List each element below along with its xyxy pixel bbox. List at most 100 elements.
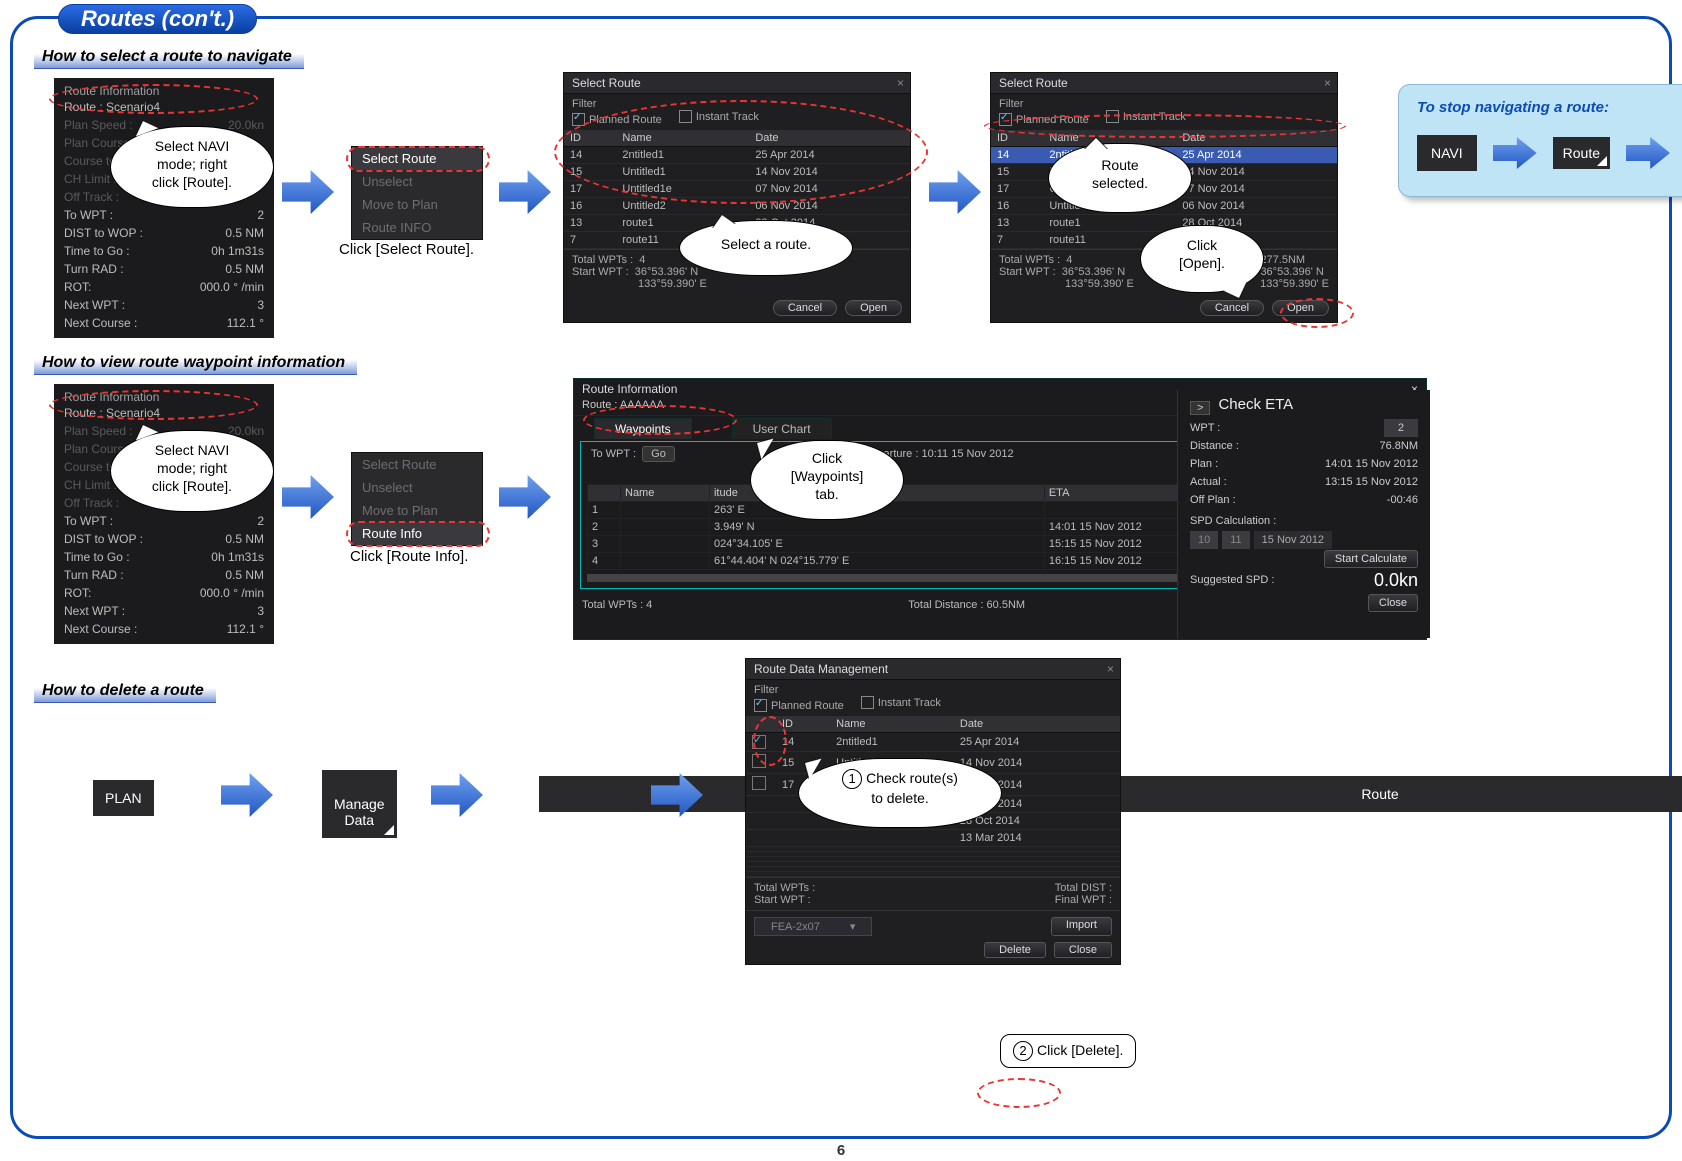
callout-select-a-route: Select a route. bbox=[679, 220, 853, 276]
filter-label: Filter bbox=[754, 684, 1112, 696]
dist-wop-v: 0.5 NM bbox=[225, 224, 264, 242]
panel-header: Route Information bbox=[64, 390, 264, 404]
table-row[interactable]: 13 Mar 2014 bbox=[746, 830, 1120, 847]
nwpt-v: 3 bbox=[257, 296, 264, 314]
rot-v: 000.0 ° /min bbox=[200, 278, 264, 296]
close-icon[interactable]: × bbox=[1107, 662, 1114, 676]
ch-limit-l: CH Limit : bbox=[64, 476, 117, 494]
eta-spd-l: SPD Calculation : bbox=[1190, 515, 1418, 527]
checkbox-instant[interactable] bbox=[861, 696, 874, 709]
ctx-item-select-route[interactable]: Select Route bbox=[352, 147, 482, 170]
callout-check-routes: 1Check route(s) to delete. bbox=[798, 758, 1002, 828]
page-title: Routes (con't.) bbox=[58, 4, 257, 34]
instant-label: Instant Track bbox=[696, 111, 759, 123]
checkbox-instant[interactable] bbox=[1106, 110, 1119, 123]
callout-click-waypoints-text: Click [Waypoints] tab. bbox=[791, 450, 864, 502]
eta-off-v: -00:46 bbox=[1387, 491, 1418, 509]
ttg-l: Time to Go : bbox=[64, 548, 130, 566]
navi-button[interactable]: NAVI bbox=[1417, 135, 1477, 171]
open-button[interactable]: Open bbox=[1272, 300, 1329, 316]
planned-label: Planned Route bbox=[1016, 114, 1089, 126]
ctx-item-route-info[interactable]: Route INFO bbox=[352, 216, 482, 239]
eta-act-v: 13:15 15 Nov 2012 bbox=[1325, 473, 1418, 491]
import-button[interactable]: Import bbox=[1051, 917, 1112, 936]
collapse-icon[interactable]: > bbox=[1190, 401, 1210, 415]
ncourse-v: 112.1 ° bbox=[227, 314, 264, 332]
ctx-item-select-route[interactable]: Select Route bbox=[352, 453, 482, 476]
col-date: Date bbox=[749, 130, 910, 147]
filter-label: Filter bbox=[999, 98, 1329, 110]
callout-click-open: Click [Open]. bbox=[1140, 225, 1264, 293]
spd-hour[interactable]: 10 bbox=[1190, 531, 1218, 549]
checkbox-planned[interactable] bbox=[572, 113, 585, 126]
table-row[interactable]: 142ntitled125 Apr 2014 bbox=[564, 147, 910, 164]
go-button[interactable]: Go bbox=[642, 446, 675, 462]
ncourse-l: Next Course : bbox=[64, 620, 137, 638]
foot-total-dist: Total Distance : 60.5NM bbox=[908, 599, 1025, 611]
departure-v: 10:11 15 Nov 2012 bbox=[921, 448, 1013, 460]
ncourse-v: 112.1 ° bbox=[227, 620, 264, 638]
table-row[interactable]: 17Untitled1e07 Nov 2014 bbox=[564, 181, 910, 198]
ctx-item-route-info[interactable]: Route Info bbox=[352, 522, 482, 545]
instant-label: Instant Track bbox=[1123, 111, 1186, 123]
callout-click-delete-text: Click [Delete]. bbox=[1037, 1042, 1123, 1058]
close-icon[interactable]: × bbox=[897, 76, 904, 90]
page-number: 6 bbox=[837, 1142, 845, 1159]
table-row[interactable] bbox=[746, 872, 1120, 877]
table-row[interactable]: 13route128 Oct 2014 bbox=[991, 215, 1337, 232]
planned-label: Planned Route bbox=[589, 114, 662, 126]
start-calculate-button[interactable]: Start Calculate bbox=[1324, 550, 1418, 568]
plan-button[interactable]: PLAN bbox=[93, 780, 154, 816]
col-id: ID bbox=[564, 130, 616, 147]
table-row[interactable]: 15Untitled114 Nov 2014 bbox=[564, 164, 910, 181]
spd-date[interactable]: 15 Nov 2012 bbox=[1254, 531, 1332, 549]
ctx-item-move-to-plan[interactable]: Move to Plan bbox=[352, 193, 482, 216]
towpt-label: To WPT : bbox=[591, 448, 636, 460]
select-route-dialog-1[interactable]: Select Route× Filter Planned Route Insta… bbox=[563, 72, 911, 323]
arrow-icon bbox=[1493, 137, 1537, 169]
turn-l: Turn RAD : bbox=[64, 566, 124, 584]
row-checkbox[interactable] bbox=[752, 754, 766, 768]
col-date: Date bbox=[1176, 130, 1337, 147]
rot-l: ROT: bbox=[64, 584, 91, 602]
spd-min[interactable]: 11 bbox=[1222, 531, 1249, 549]
filter-row: Filter Planned Route Instant Track bbox=[564, 94, 910, 130]
row-checkbox[interactable] bbox=[752, 735, 766, 749]
eta-dist-v: 76.8NM bbox=[1379, 437, 1418, 455]
tab-waypoints[interactable]: Waypoints bbox=[594, 418, 692, 439]
step-1-icon: 1 bbox=[842, 769, 862, 789]
caption-click-select-route: Click [Select Route]. bbox=[339, 241, 474, 258]
context-menu-1[interactable]: Select Route Unselect Move to Plan Route… bbox=[351, 146, 483, 240]
row-checkbox[interactable] bbox=[752, 776, 766, 790]
col-date: Date bbox=[954, 716, 1120, 733]
device-select[interactable]: FEA-2x07▾ bbox=[754, 917, 872, 936]
to-wpt-l: To WPT : bbox=[64, 206, 113, 224]
table-row[interactable]: 16Untitled206 Nov 2014 bbox=[564, 198, 910, 215]
context-menu-2[interactable]: Select Route Unselect Move to Plan Route… bbox=[351, 452, 483, 546]
eta-plan-v: 14:01 15 Nov 2012 bbox=[1325, 455, 1418, 473]
dialog-title: Route Data Management× bbox=[746, 659, 1120, 680]
col-name: Name bbox=[621, 485, 710, 502]
delete-button[interactable]: Delete bbox=[984, 942, 1046, 958]
close-button[interactable]: Close bbox=[1368, 594, 1418, 612]
manage-data-button[interactable]: Manage Data bbox=[322, 770, 397, 838]
dist-wop-l: DIST to WOP : bbox=[64, 224, 143, 242]
to-wpt-v: 2 bbox=[257, 512, 264, 530]
eta-sug-l: Suggested SPD : bbox=[1190, 571, 1274, 589]
route-button[interactable]: Route bbox=[1553, 137, 1610, 169]
checkbox-instant[interactable] bbox=[679, 110, 692, 123]
submenu-icon bbox=[384, 825, 394, 835]
cancel-button[interactable]: Cancel bbox=[773, 300, 837, 316]
ctx-item-move-to-plan[interactable]: Move to Plan bbox=[352, 499, 482, 522]
checkbox-planned[interactable] bbox=[999, 113, 1012, 126]
open-button[interactable]: Open bbox=[845, 300, 902, 316]
callout-route-selected: Route selected. bbox=[1048, 143, 1192, 213]
checkbox-planned[interactable] bbox=[754, 699, 767, 712]
turn-v: 0.5 NM bbox=[225, 566, 264, 584]
close-icon[interactable]: × bbox=[1324, 76, 1331, 90]
submenu-icon bbox=[1597, 156, 1607, 166]
ctx-item-unselect[interactable]: Unselect bbox=[352, 476, 482, 499]
ctx-item-unselect[interactable]: Unselect bbox=[352, 170, 482, 193]
planned-label: Planned Route bbox=[771, 700, 844, 712]
close-button[interactable]: Close bbox=[1054, 942, 1112, 958]
